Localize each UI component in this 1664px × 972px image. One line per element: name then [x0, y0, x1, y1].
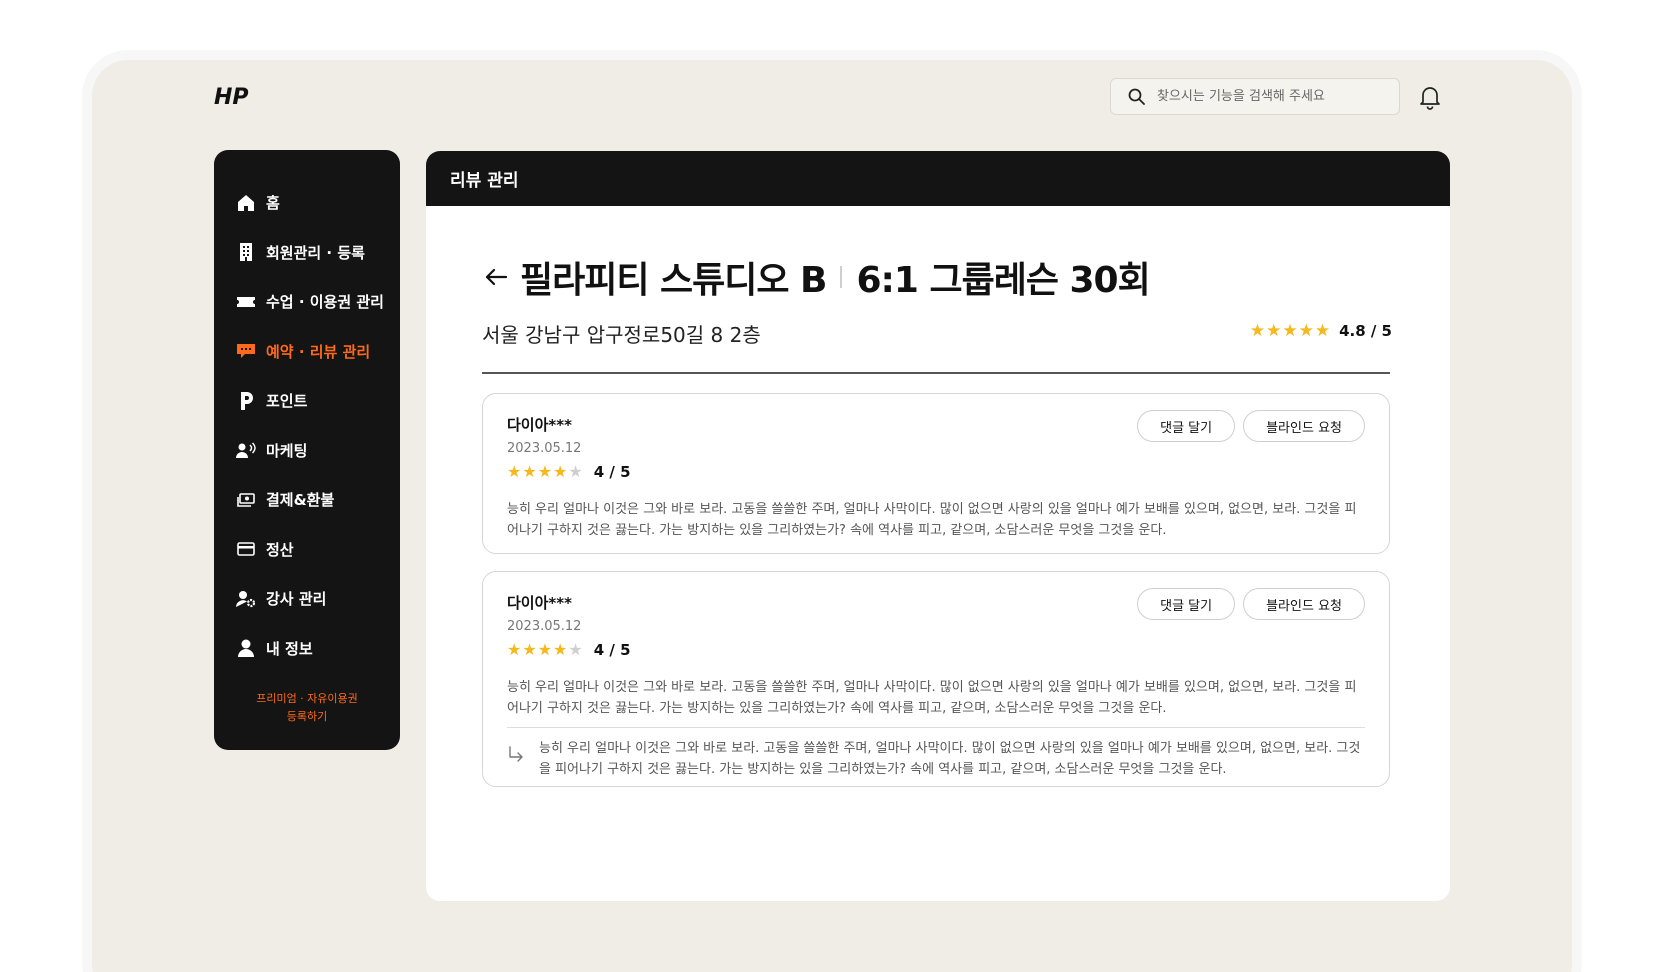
building-icon [236, 242, 256, 262]
search-input[interactable] [1157, 89, 1377, 104]
sidebar-item-reviews[interactable]: 예약 · 리뷰 관리 [214, 327, 400, 377]
review-card: 다이아*** 2023.05.12 ★★★★★ 4 / 5 능히 우리 얼마나 … [482, 571, 1390, 787]
point-icon [236, 391, 256, 411]
reply-button[interactable]: 댓글 달기 [1137, 410, 1236, 442]
sidebar-item-label: 예약 · 리뷰 관리 [266, 342, 371, 361]
home-icon [236, 193, 256, 213]
sidebar-item-points[interactable]: 포인트 [214, 376, 400, 426]
sidebar-item-label: 회원관리 · 등록 [266, 243, 365, 262]
sidebar-item-settlement[interactable]: 정산 [214, 525, 400, 575]
rating-value: 4.8 / 5 [1339, 322, 1392, 340]
promo-link[interactable]: 프리미엄 · 자유이용권 등록하기 [214, 690, 400, 726]
sidebar-item-label: 홈 [266, 194, 280, 213]
review-date: 2023.05.12 [507, 441, 582, 456]
review-date: 2023.05.12 [507, 619, 582, 634]
sidebar-item-classes[interactable]: 수업 · 이용권 관리 [214, 277, 400, 327]
sidebar-item-label: 정산 [266, 540, 294, 559]
review-panel: 리뷰 관리 필라피티 스튜디오 B 6:1 그룹레슨 30회 서울 강남구 압구… [426, 151, 1450, 901]
person-icon [236, 638, 256, 658]
sidebar-item-payments[interactable]: 결제&환불 [214, 475, 400, 525]
review-stars: ★★★★★ [507, 462, 584, 481]
panel-title: 리뷰 관리 [426, 151, 1450, 206]
sidebar-item-label: 강사 관리 [266, 590, 327, 609]
reply-button[interactable]: 댓글 달기 [1137, 588, 1236, 620]
user-gear-icon [236, 589, 256, 609]
header-divider [482, 372, 1390, 374]
review-actions: 댓글 달기 블라인드 요청 [1137, 410, 1365, 442]
review-card: 다이아*** 2023.05.12 ★★★★★ 4 / 5 능히 우리 얼마나 … [482, 393, 1390, 554]
sidebar-item-label: 마케팅 [266, 441, 308, 460]
stars-filled: ★★★★ [507, 462, 569, 481]
overall-rating: ★★★★★ 4.8 / 5 [1250, 321, 1392, 341]
logo[interactable]: HP [214, 82, 250, 110]
owner-reply: 능히 우리 얼마나 이것은 그와 바로 보라. 고동을 쓸쓸한 주며, 얼마나 … [507, 727, 1365, 780]
logo-text: HP [214, 85, 249, 110]
sidebar-item-label: 포인트 [266, 392, 308, 411]
bell-icon[interactable] [1418, 84, 1442, 110]
review-rating-value: 4 / 5 [593, 462, 631, 481]
promo-line-2: 등록하기 [286, 710, 328, 723]
search-icon [1127, 87, 1147, 107]
promo-line-1: 프리미엄 · 자유이용권 [256, 692, 358, 705]
sidebar-item-marketing[interactable]: 마케팅 [214, 426, 400, 476]
sidebar-item-instructors[interactable]: 강사 관리 [214, 574, 400, 624]
stars-empty: ★ [568, 640, 584, 659]
studio-title-row: 필라피티 스튜디오 B 6:1 그룹레슨 30회 [482, 251, 1151, 303]
review-body: 능히 우리 얼마나 이것은 그와 바로 보라. 고동을 쓸쓸한 주며, 얼마나 … [507, 680, 1357, 716]
class-name: 6:1 그룹레슨 30회 [856, 260, 1150, 301]
title-separator [840, 266, 843, 288]
search-bar[interactable] [1110, 78, 1400, 115]
reply-arrow-icon [507, 738, 539, 780]
ticket-icon [236, 292, 256, 312]
review-body: 능히 우리 얼마나 이것은 그와 바로 보라. 고동을 쓸쓸한 주며, 얼마나 … [507, 502, 1357, 538]
blind-request-button[interactable]: 블라인드 요청 [1243, 410, 1365, 442]
cash-icon [236, 490, 256, 510]
stars-filled: ★★★★ [507, 640, 569, 659]
review-rating: ★★★★★ 4 / 5 [507, 640, 1365, 659]
sidebar: 홈 회원관리 · 등록 수업 · 이용권 관리 예약 · 리뷰 관리 포인트 마… [214, 150, 400, 750]
studio-name: 필라피티 스튜디오 B [520, 260, 827, 301]
sidebar-item-label: 내 정보 [266, 639, 313, 658]
sidebar-item-my-info[interactable]: 내 정보 [214, 624, 400, 674]
studio-address: 서울 강남구 압구정로50길 8 2층 [482, 323, 761, 347]
reply-text: 능히 우리 얼마나 이것은 그와 바로 보라. 고동을 쓸쓸한 주며, 얼마나 … [539, 741, 1361, 777]
sidebar-item-home[interactable]: 홈 [214, 178, 400, 228]
rating-stars: ★★★★★ [1249, 321, 1332, 341]
stars-empty: ★ [568, 462, 584, 481]
sidebar-item-members[interactable]: 회원관리 · 등록 [214, 228, 400, 278]
back-arrow-icon[interactable] [482, 263, 510, 291]
review-rating: ★★★★★ 4 / 5 [507, 462, 1365, 481]
blind-request-button[interactable]: 블라인드 요청 [1243, 588, 1365, 620]
review-actions: 댓글 달기 블라인드 요청 [1137, 588, 1365, 620]
review-stars: ★★★★★ [507, 640, 584, 659]
sidebar-item-label: 결제&환불 [266, 491, 335, 510]
sidebar-item-label: 수업 · 이용권 관리 [266, 293, 384, 312]
chat-icon [236, 341, 256, 361]
card-icon [236, 539, 256, 559]
review-rating-value: 4 / 5 [593, 640, 631, 659]
megaphone-user-icon [236, 440, 256, 460]
